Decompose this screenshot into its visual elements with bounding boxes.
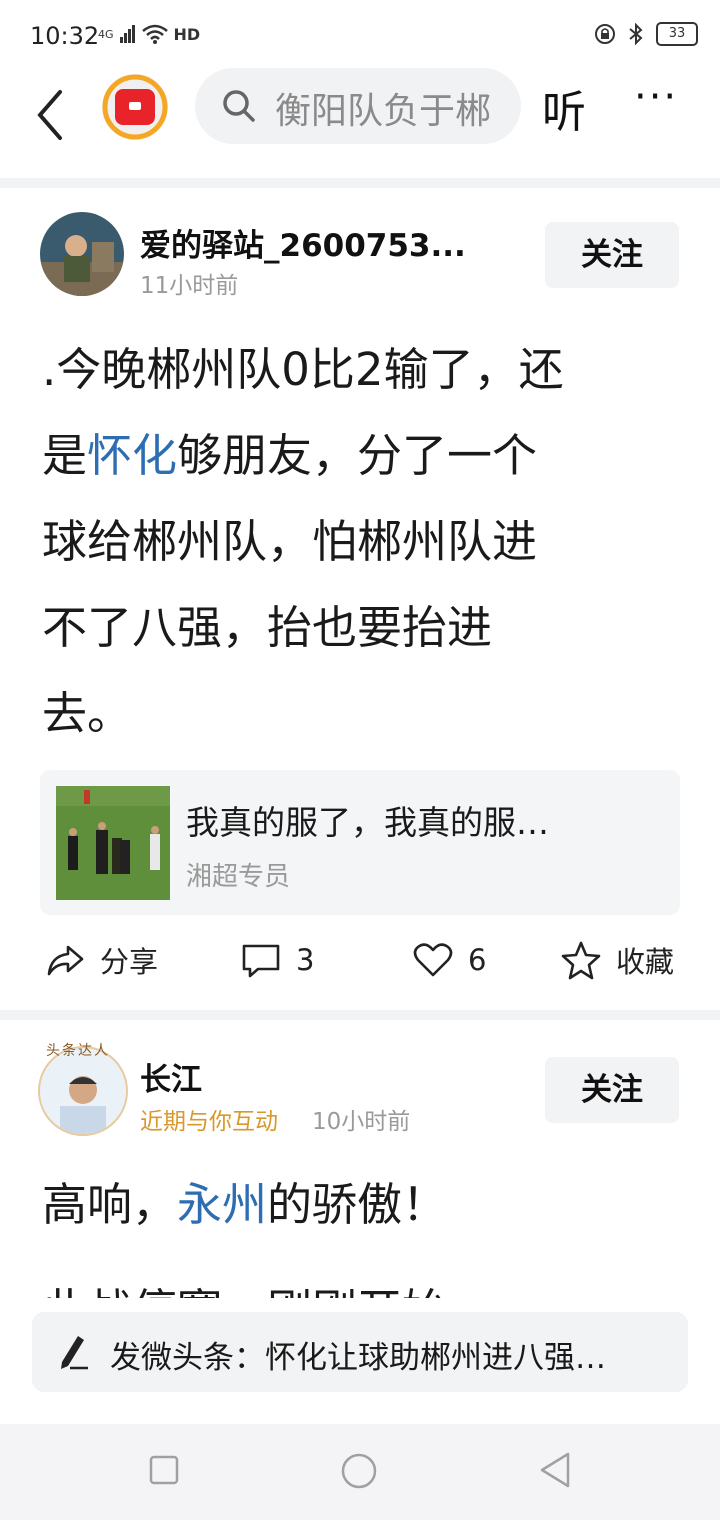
top-nav: 衡阳队负于郴 听 ··· xyxy=(0,68,720,180)
post-line: .今晚郴州队0比2输了，还 xyxy=(42,343,564,396)
clipped-text: 此战停赛，刚刚开始 xyxy=(42,1276,682,1298)
compose-prompt: 发微头条：怀化让球助郴州进八强… xyxy=(110,1340,606,1376)
post-text-segment: 是 xyxy=(42,429,88,482)
share-icon xyxy=(47,945,84,976)
post-body: .今晚郴州队0比2输了，还 是怀化够朋友，分了一个 球给郴州队，怕郴州队进 不了… xyxy=(42,327,564,757)
status-left-icons: 4G HD xyxy=(98,24,200,44)
more-options-button[interactable]: ··· xyxy=(634,74,678,120)
comment-button[interactable]: 3 xyxy=(240,930,314,990)
favorite-label: 收藏 xyxy=(616,945,675,979)
post-text-segment: 的骄傲！ xyxy=(267,1178,448,1231)
post-text-segment: 够朋友，分了一个 xyxy=(177,429,538,482)
toutiao-logo-icon xyxy=(102,74,168,140)
post-line: 是怀化够朋友，分了一个 xyxy=(42,413,564,499)
section-divider xyxy=(0,1010,720,1020)
network-label: 4G xyxy=(98,27,114,41)
post-line: 球给郴州队，怕郴州队进 xyxy=(42,515,538,568)
post-time: 10小时前 xyxy=(312,1109,411,1135)
pen-icon xyxy=(61,1336,88,1370)
search-input[interactable]: 衡阳队负于郴 xyxy=(275,82,505,134)
compose-bar[interactable]: 发微头条：怀化让球助郴州进八强… xyxy=(32,1312,688,1392)
article-author: 湘超专员 xyxy=(186,862,291,892)
comment-icon xyxy=(242,944,280,978)
hashtag-link[interactable]: 怀化 xyxy=(87,429,177,482)
search-icon xyxy=(223,90,255,122)
avatar[interactable] xyxy=(40,212,124,296)
like-count: 6 xyxy=(468,943,487,977)
lock-rotation-icon xyxy=(595,24,615,44)
status-time: 10:32 xyxy=(30,22,100,50)
share-label: 分享 xyxy=(100,945,159,979)
user-avatar-image xyxy=(40,1048,126,1134)
article-thumbnail xyxy=(56,786,170,900)
avatar-badge-text: 头条达人 xyxy=(46,1043,110,1059)
like-button[interactable]: 6 xyxy=(412,930,486,990)
username[interactable]: 爱的驿站_2600753... xyxy=(140,220,466,265)
wifi-icon xyxy=(141,24,168,44)
home-icon[interactable] xyxy=(340,1452,378,1490)
share-button[interactable]: 分享 xyxy=(44,930,158,990)
favorite-button[interactable]: 收藏 xyxy=(560,930,674,990)
hd-label: HD xyxy=(173,24,201,44)
post-body: 高响，永州的骄傲！ xyxy=(42,1162,447,1248)
post-time: 11小时前 xyxy=(140,273,239,299)
recent-apps-icon[interactable] xyxy=(148,1454,180,1486)
post-line: 去。 xyxy=(42,687,133,740)
back-nav-icon[interactable] xyxy=(538,1450,574,1490)
search-box[interactable]: 衡阳队负于郴 xyxy=(195,68,521,144)
football-photo-image xyxy=(56,786,170,900)
action-bar: 分享 3 6 收藏 xyxy=(0,930,720,990)
follow-button[interactable]: 关注 xyxy=(545,222,679,288)
system-nav-bar xyxy=(0,1424,720,1520)
user-avatar-image xyxy=(40,212,124,296)
article-title: 我真的服了，我真的服… xyxy=(186,803,549,842)
follow-button[interactable]: 关注 xyxy=(545,1057,679,1123)
heart-icon xyxy=(413,943,453,977)
quoted-article-card[interactable]: 我真的服了，我真的服… 湘超专员 xyxy=(40,770,680,915)
status-bar: 10:32 4G HD 33 xyxy=(0,0,720,70)
battery-icon: 33 xyxy=(656,22,698,46)
section-divider xyxy=(0,178,720,188)
back-button[interactable] xyxy=(30,80,74,150)
hashtag-link[interactable]: 永州 xyxy=(177,1178,267,1231)
bluetooth-icon xyxy=(629,23,643,45)
post-line: 高响，永州的骄傲！ xyxy=(42,1162,447,1248)
interaction-badge: 近期与你互动 xyxy=(140,1109,278,1135)
chevron-left-icon xyxy=(37,90,62,140)
post-line: 不了八强，抬也要抬进 xyxy=(42,601,493,654)
post-line: 此战停赛，刚刚开始 xyxy=(42,1276,682,1298)
status-right-icons: 33 xyxy=(594,22,698,46)
post-text-segment: 高响， xyxy=(42,1178,178,1231)
comment-count: 3 xyxy=(296,943,315,977)
app-logo[interactable] xyxy=(100,72,170,142)
signal-icon xyxy=(119,25,135,43)
star-icon xyxy=(561,941,601,980)
listen-button[interactable]: 听 xyxy=(542,76,586,140)
username[interactable]: 长江 xyxy=(140,1054,202,1099)
